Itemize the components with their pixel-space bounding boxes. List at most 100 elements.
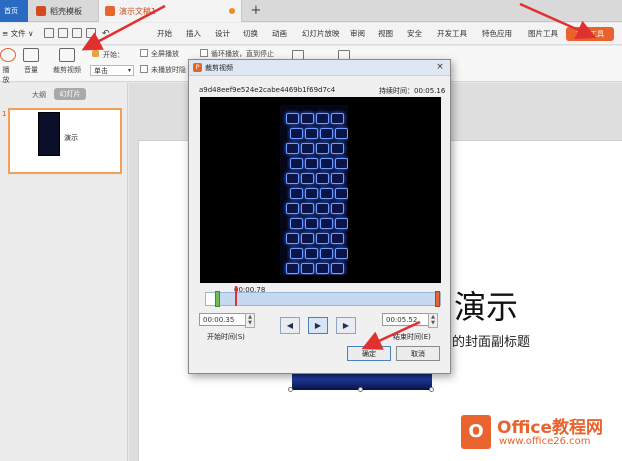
thumbnail-video-frame — [38, 112, 60, 156]
keyboard-key — [320, 188, 333, 199]
start-time-spinner[interactable]: ▲ ▼ — [245, 313, 255, 328]
menu-animation[interactable]: 动画 — [272, 23, 287, 45]
keyboard-key — [335, 128, 348, 139]
menu-security[interactable]: 安全 — [407, 23, 422, 45]
menu-special-apps[interactable]: 特色应用 — [482, 23, 512, 45]
play-preview-button[interactable]: ▶ — [308, 317, 328, 334]
play-label: 播放 — [2, 66, 10, 84]
tab-slides[interactable]: 幻灯片 — [54, 88, 86, 100]
keyboard-key — [331, 233, 344, 244]
loop-checkbox[interactable]: 循环播放，直到停止 — [200, 49, 274, 59]
menu-bar: ≡ 文件 ∨ ↶ 开始 插入 设计 切换 动画 幻灯片放映 审阅 视图 安全 开… — [0, 23, 622, 45]
menu-insert[interactable]: 插入 — [186, 23, 201, 45]
keyboard-key — [290, 158, 303, 169]
keyboard-key — [316, 173, 329, 184]
watermark: O Office教程网 www.office26.com — [461, 411, 621, 457]
watermark-brand: Office教程网 — [497, 418, 604, 438]
tab-template[interactable]: 稻壳模板 — [30, 0, 94, 22]
video-preview — [200, 97, 441, 283]
previous-frame-button[interactable]: ◀ — [280, 317, 300, 334]
menu-video-tools[interactable]: 视频工具 — [566, 27, 614, 41]
unsaved-dot-icon — [229, 8, 235, 14]
previous-frame-icon: ◀ — [286, 321, 294, 330]
slide-title[interactable]: 演示 — [454, 282, 518, 328]
presentation-icon — [105, 6, 115, 16]
menu-picture-tools[interactable]: 图片工具 — [528, 23, 558, 45]
undo-icon[interactable]: ↶ — [102, 23, 110, 45]
menu-developer[interactable]: 开发工具 — [437, 23, 467, 45]
keyboard-key — [301, 113, 314, 124]
close-button[interactable]: × — [433, 61, 447, 74]
keyboard-key — [286, 233, 299, 244]
hide-not-playing-checkbox[interactable]: 未播放时隐 — [140, 65, 186, 75]
menu-review[interactable]: 审阅 — [350, 23, 365, 45]
export-icon[interactable] — [58, 28, 68, 38]
dialog-titlebar[interactable]: P 裁剪视频 × — [189, 60, 450, 76]
fullscreen-label: 全屏播放 — [151, 50, 179, 58]
trim-selection-range — [215, 293, 435, 305]
keyboard-key — [286, 113, 299, 124]
menu-design[interactable]: 设计 — [215, 23, 230, 45]
keyboard-key — [320, 218, 333, 229]
resize-handle[interactable] — [358, 387, 363, 392]
cancel-button[interactable]: 取消 — [396, 346, 440, 361]
start-trim-handle[interactable] — [215, 291, 220, 307]
hide-not-playing-check-box[interactable] — [140, 65, 148, 73]
preview-icon[interactable] — [86, 28, 96, 38]
loop-check-box[interactable] — [200, 49, 208, 57]
video-duration: 持续时间：00:05.16 — [379, 87, 446, 95]
tab-template-label: 稻壳模板 — [50, 6, 82, 16]
keyboard-key — [305, 158, 318, 169]
slides-panel: 大纲 幻灯片 1 演示 — [0, 83, 128, 461]
next-frame-icon: ▶ — [342, 321, 350, 330]
print-icon[interactable] — [72, 28, 82, 38]
slide-thumbnail[interactable]: 演示 — [8, 108, 122, 174]
keyboard-key — [335, 188, 348, 199]
menu-transition[interactable]: 切换 — [243, 23, 258, 45]
save-icon[interactable] — [44, 28, 54, 38]
add-tab-button[interactable]: + — [248, 2, 264, 20]
volume-button[interactable]: 音量 — [18, 48, 44, 80]
play-button[interactable]: 播放 — [0, 48, 16, 84]
keyboard-key — [305, 248, 318, 259]
keyboard-key — [316, 113, 329, 124]
keyboard-key — [290, 218, 303, 229]
tab-document-label: 演示文稿1 — [119, 6, 157, 16]
menu-slideshow[interactable]: 幻灯片放映 — [302, 23, 340, 45]
end-time-spinner[interactable]: ▲ ▼ — [428, 313, 438, 328]
trim-video-button[interactable]: 裁剪视频 — [52, 48, 82, 80]
start-mode-select[interactable]: 单击 ▾ — [90, 65, 134, 76]
end-time-input[interactable]: 00:05.52 ▲ ▼ — [382, 313, 438, 328]
tab-outline[interactable]: 大纲 — [32, 90, 46, 100]
slide-number: 1 — [2, 110, 7, 118]
keyboard-key — [301, 173, 314, 184]
menu-view[interactable]: 视图 — [378, 23, 393, 45]
fullscreen-checkbox[interactable]: 全屏播放 — [140, 49, 179, 59]
loop-label: 循环播放，直到停止 — [211, 50, 274, 58]
start-label-text: 开始： — [103, 51, 124, 59]
tab-home[interactable]: 首页 — [0, 0, 28, 22]
start-icon — [92, 50, 99, 57]
tab-document[interactable]: 演示文稿1 — [98, 0, 242, 22]
hide-not-playing-label: 未播放时隐 — [151, 66, 186, 74]
resize-handle[interactable] — [429, 387, 434, 392]
fullscreen-check-box[interactable] — [140, 49, 148, 57]
next-frame-button[interactable]: ▶ — [336, 317, 356, 334]
end-trim-handle[interactable] — [435, 291, 440, 307]
trim-video-label: 裁剪视频 — [53, 66, 81, 74]
slide-subtitle[interactable]: 的封面副标题 — [452, 331, 530, 350]
start-time-value: 00:00.35 — [203, 316, 235, 324]
keyboard-key — [305, 188, 318, 199]
menu-home[interactable]: 开始 — [157, 23, 172, 45]
ok-button[interactable]: 确定 — [347, 346, 391, 361]
playhead[interactable] — [235, 286, 237, 306]
keyboard-key — [301, 233, 314, 244]
speaker-icon — [23, 48, 39, 62]
menu-file[interactable]: ≡ 文件 ∨ — [2, 23, 34, 45]
keyboard-video-frame — [280, 105, 348, 275]
resize-handle[interactable] — [288, 387, 293, 392]
play-icon — [0, 48, 16, 62]
start-time-input[interactable]: 00:00.35 ▲ ▼ — [199, 313, 255, 328]
start-label: 开始： — [92, 50, 124, 60]
dialog-title: 裁剪视频 — [205, 64, 233, 72]
